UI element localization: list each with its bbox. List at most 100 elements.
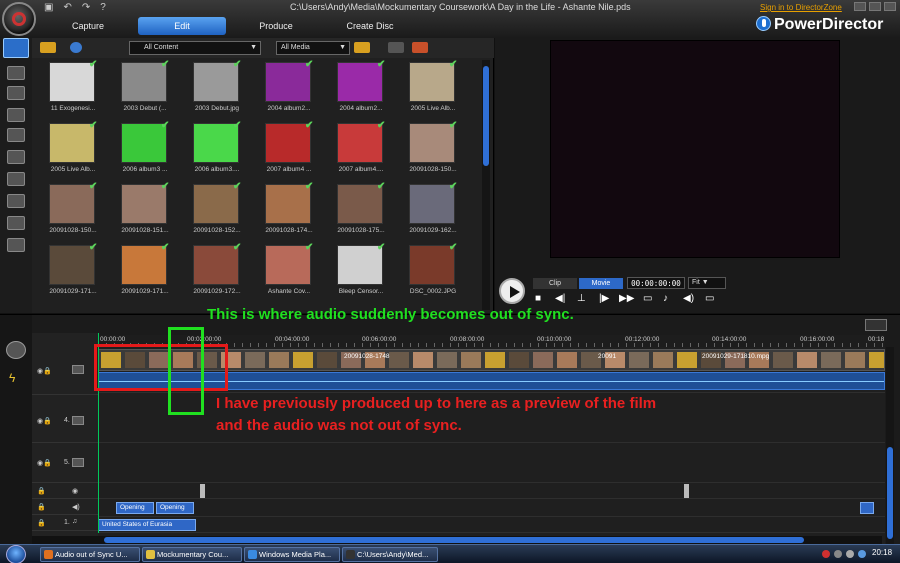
media-item[interactable]: ✔ Ashante Cov... (258, 242, 320, 307)
media-item[interactable]: ✔ 20091028-174... (258, 181, 320, 246)
media-item[interactable]: ✔ 20091029-171... (114, 242, 176, 307)
pip-track-5-header: ◉🔒 5. (32, 443, 98, 483)
media-item[interactable]: ✔ 2003 Debut.jpg (186, 59, 248, 124)
media-name: 20091029-172... (193, 288, 241, 295)
media-item[interactable]: ✔ 2007 album4.... (330, 120, 392, 185)
effect-room-button[interactable] (7, 66, 25, 80)
media-item[interactable]: ✔ 20091029-172... (186, 242, 248, 307)
battery-tray-icon[interactable] (858, 550, 866, 558)
save-icon[interactable]: ▣ (44, 2, 53, 13)
previous-frame-icon[interactable]: ◀| (555, 293, 565, 304)
lock-icon[interactable]: 🔒 (37, 519, 46, 527)
particle-room-button[interactable] (7, 108, 25, 122)
maximize-button[interactable] (869, 2, 881, 11)
start-button[interactable] (6, 545, 26, 563)
timeline-vertical-scrollbar[interactable] (886, 347, 894, 545)
online-content-icon[interactable] (70, 42, 82, 53)
media-item[interactable]: ✔ Bleep Censor... (330, 242, 392, 307)
media-item[interactable]: ✔ 2004 album2... (330, 59, 392, 124)
media-item[interactable]: ✔ 20091028-150... (402, 120, 464, 185)
media-item[interactable]: ✔ 20091028-152... (186, 181, 248, 246)
title-room-button[interactable] (7, 128, 25, 142)
folder-icon[interactable] (354, 42, 370, 53)
zoom-fit-select[interactable]: Fit ▼ (688, 277, 726, 289)
taskbar-item-browser[interactable]: Audio out of Sync U... (40, 547, 140, 562)
sign-in-link[interactable]: Sign in to DirectorZone (760, 3, 842, 12)
minimize-button[interactable] (854, 2, 866, 11)
close-button[interactable] (884, 2, 896, 11)
magic-tools-icon[interactable]: ϟ (9, 371, 15, 385)
eye-lock-icon[interactable]: ◉🔒 (37, 367, 52, 375)
movie-mode-button[interactable]: Movie (579, 278, 623, 289)
lock-icon[interactable]: 🔒 (37, 503, 46, 511)
app-logo-icon[interactable] (2, 2, 36, 36)
export-icon[interactable] (412, 42, 428, 53)
undo-icon[interactable]: ↶ (63, 2, 71, 13)
timeline-view-toggle[interactable] (865, 319, 887, 331)
timeline-mode-icon[interactable] (6, 341, 26, 359)
network-tray-icon[interactable] (834, 550, 842, 558)
media-item[interactable]: ✔ 20091029-162... (402, 181, 464, 246)
media-item[interactable]: ✔ 20091029-171... (42, 242, 104, 307)
media-item[interactable]: ✔ 20091028-175... (330, 181, 392, 246)
timecode-display[interactable]: 00:00:00:00 (627, 277, 685, 289)
next-frame-icon[interactable]: |▶ (599, 293, 609, 304)
media-room-button[interactable] (3, 38, 29, 58)
media-item[interactable]: ✔ 11 Exogenesi... (42, 59, 104, 124)
chapter-room-button[interactable] (7, 216, 25, 230)
title-clip[interactable] (860, 502, 874, 514)
media-item[interactable]: ✔ 2004 album2... (258, 59, 320, 124)
media-item[interactable]: ✔ DSC_0002.JPG (402, 242, 464, 307)
scroll-thumb[interactable] (104, 537, 804, 543)
clip-mode-button[interactable]: Clip (533, 278, 577, 289)
taskbar-item-folder[interactable]: Mockumentary Cou... (142, 547, 242, 562)
redo-icon[interactable]: ↷ (82, 2, 90, 13)
media-item[interactable]: ✔ 2006 album3.... (186, 120, 248, 185)
media-item[interactable]: ✔ 20091028-150... (42, 181, 104, 246)
fast-forward-icon[interactable]: ▶▶ (619, 293, 634, 304)
dvd-preview-icon[interactable]: ♪ (663, 293, 668, 304)
effect-clip[interactable] (684, 484, 689, 498)
snapshot-icon[interactable]: ▭ (643, 293, 652, 304)
taskbar-item-media-player[interactable]: Windows Media Pla... (244, 547, 340, 562)
media-item[interactable]: ✔ 2005 Live Alb... (42, 120, 104, 185)
stop-icon[interactable]: ■ (535, 293, 541, 304)
taskbar-item-powerdirector[interactable]: C:\Users\Andy\Med... (342, 547, 438, 562)
scroll-thumb[interactable] (887, 447, 893, 539)
volume-tray-icon[interactable] (846, 550, 854, 558)
media-item[interactable]: ✔ 2005 Live Alb... (402, 59, 464, 124)
tab-capture[interactable]: Capture (44, 17, 132, 35)
media-item[interactable]: ✔ 2006 album3 ... (114, 120, 176, 185)
effect-clip[interactable] (200, 484, 205, 498)
import-folder-icon[interactable] (40, 42, 56, 53)
audio-mixing-button[interactable] (7, 172, 25, 186)
play-button[interactable] (499, 278, 525, 304)
tab-edit[interactable]: Edit (138, 17, 226, 35)
tab-create-disc[interactable]: Create Disc (326, 17, 414, 35)
media-filter-dropdown[interactable]: All Media ▼ (276, 41, 350, 55)
title-clip[interactable]: Opening (156, 502, 194, 514)
library-scrollbar[interactable] (482, 60, 490, 310)
help-icon[interactable]: ? (100, 2, 106, 13)
subtitle-room-button[interactable] (7, 238, 25, 252)
timeline-horizontal-scrollbar[interactable] (32, 536, 882, 544)
title-clip[interactable]: Opening (116, 502, 154, 514)
media-item[interactable]: ✔ 2003 Debut (... (114, 59, 176, 124)
security-tray-icon[interactable] (822, 550, 830, 558)
scroll-thumb[interactable] (483, 66, 489, 166)
split-icon[interactable]: ⊥ (577, 293, 586, 304)
pip-room-button[interactable] (7, 86, 25, 100)
content-filter-dropdown[interactable]: All Content ▼ (129, 41, 261, 55)
media-item[interactable]: ✔ 2007 album4 ... (258, 120, 320, 185)
storyboard-icon[interactable] (388, 42, 404, 53)
eye-lock-icon[interactable]: ◉🔒 (37, 417, 52, 425)
tab-produce[interactable]: Produce (232, 17, 320, 35)
transition-room-button[interactable] (7, 150, 25, 164)
music-clip[interactable]: United States of Eurasia (98, 519, 196, 531)
voice-over-button[interactable] (7, 194, 25, 208)
media-item[interactable]: ✔ 20091028-151... (114, 181, 176, 246)
eye-lock-icon[interactable]: ◉🔒 (37, 459, 52, 467)
lock-icon[interactable]: 🔒 (37, 487, 46, 495)
undock-icon[interactable]: ▭ (705, 293, 714, 304)
volume-icon[interactable]: ◀) (683, 293, 694, 304)
